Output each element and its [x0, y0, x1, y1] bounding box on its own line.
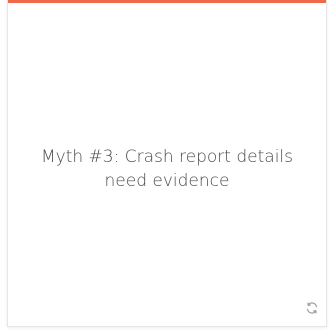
refresh-icon [305, 301, 319, 320]
card-text-line-1: Myth #3: Crash report details [40, 147, 294, 167]
card-front-text: Myth #3: Crash report details need evide… [8, 145, 326, 193]
flip-card-button[interactable] [302, 300, 322, 320]
card-accent-bar [8, 0, 326, 3]
flip-card[interactable]: Myth #3: Crash report details need evide… [7, 0, 327, 327]
page: Myth #3: Crash report details need evide… [0, 0, 335, 331]
card-text-line-2: need evidence [104, 171, 230, 191]
